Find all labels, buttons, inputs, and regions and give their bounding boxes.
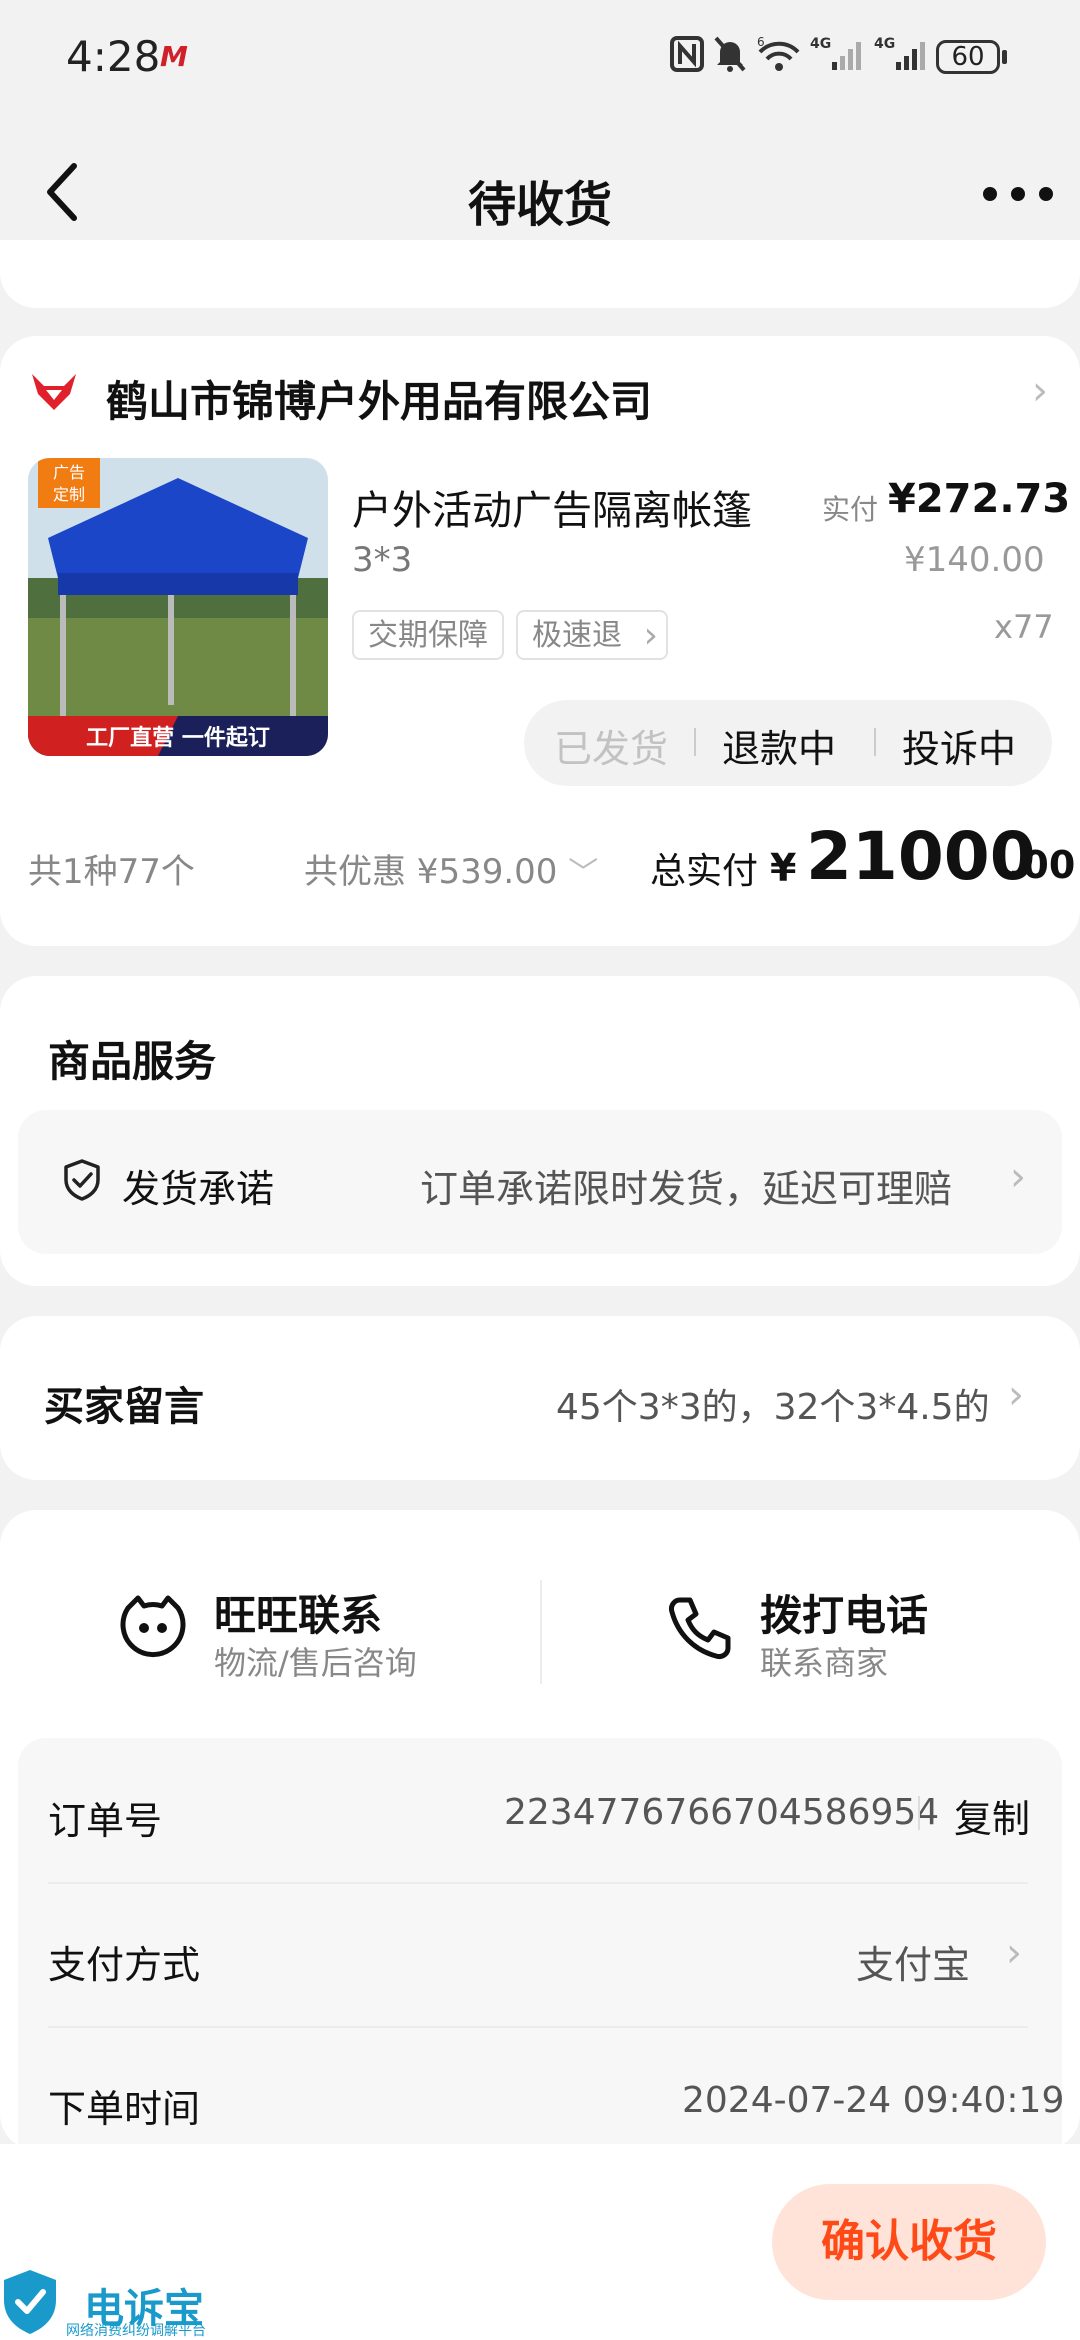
watermark-subtitle: 网络消费纠纷调解平台 xyxy=(66,2323,206,2339)
signal-4g-icon: 4G xyxy=(874,36,925,70)
status-refunding[interactable]: 退款中 xyxy=(722,718,836,773)
tag-chevron-icon: › xyxy=(643,615,658,656)
previous-card-edge xyxy=(0,240,1080,308)
total-amount: 21000 xyxy=(806,818,1036,895)
battery-tip xyxy=(1002,50,1007,64)
buyer-message-label: 买家留言 xyxy=(44,1384,204,1430)
wangwang-icon[interactable] xyxy=(118,1592,188,1662)
payment-method-value[interactable]: 支付宝 xyxy=(856,1934,970,1989)
confirm-receipt-button[interactable]: 确认收货 xyxy=(772,2184,1046,2300)
svg-text:工厂直营 一件起订: 工厂直营 一件起订 xyxy=(86,725,270,751)
tag-fast-refund[interactable]: 极速退 › xyxy=(516,610,668,660)
wangwang-subtitle: 物流/售后咨询 xyxy=(214,1644,417,1682)
shop-chevron-icon[interactable]: › xyxy=(1032,368,1048,414)
service-chevron-icon: › xyxy=(1010,1154,1026,1200)
tag-fast-refund-label: 极速退 xyxy=(532,618,622,653)
buyer-message-value: 45个3*3的，32个3*4.5的 xyxy=(556,1387,990,1428)
contact-divider xyxy=(540,1580,542,1684)
watermark-shield-icon xyxy=(4,2270,56,2334)
service-title: 商品服务 xyxy=(48,1037,217,1086)
wifi-icon: 6 xyxy=(757,35,800,71)
shop-name[interactable]: 鹤山市锦博户外用品有限公司 xyxy=(106,368,652,429)
summary-count: 共1种77个 xyxy=(28,852,195,892)
phone-title[interactable]: 拨打电话 xyxy=(760,1582,928,1643)
order-number-label: 订单号 xyxy=(48,1799,163,1843)
info-divider xyxy=(48,1882,1028,1884)
status-shipped: 已发货 xyxy=(554,727,669,771)
service-item-desc: 订单承诺限时发货，延迟可理赔 xyxy=(420,1167,953,1211)
total-amount-decimal: .00 xyxy=(1008,843,1076,887)
payment-method-label: 支付方式 xyxy=(48,1943,201,1987)
buyer-message-chevron-icon: › xyxy=(1008,1372,1024,1418)
copy-divider xyxy=(918,1796,920,1830)
product-title[interactable]: 户外活动广告隔离帐篷 xyxy=(352,478,752,536)
page-title: 待收货 xyxy=(467,177,612,233)
signal-4g-icon: 4G xyxy=(810,36,861,70)
order-time-value: 2024-07-24 09:40:19 xyxy=(682,2080,1065,2121)
chevron-down-icon: ﹀ xyxy=(568,856,599,891)
original-price: ¥140.00 xyxy=(904,540,1045,580)
order-time-label: 下单时间 xyxy=(48,2087,201,2131)
phone-subtitle: 联系商家 xyxy=(760,1644,889,1682)
svg-text:广告: 广告 xyxy=(53,463,85,482)
pill-divider xyxy=(874,728,876,756)
payment-chevron-icon[interactable]: › xyxy=(1006,1930,1022,1976)
summary-discount-text: 共优惠 ¥539.00 xyxy=(304,852,558,892)
status-complaint[interactable]: 投诉中 xyxy=(902,718,1016,773)
product-image[interactable]: 广告 定制 工厂直营 一件起订 xyxy=(28,458,328,756)
copy-button[interactable]: 复制 xyxy=(954,1788,1030,1843)
mute-icon xyxy=(714,36,746,72)
paid-label: 实付 xyxy=(822,493,879,526)
battery-indicator: 60 xyxy=(936,40,1000,74)
order-number-value: 2234776766704586954 xyxy=(504,1792,940,1833)
total-yen: ¥ xyxy=(770,846,797,890)
phone-icon[interactable] xyxy=(666,1594,734,1662)
svg-text:4G: 4G xyxy=(810,36,831,52)
info-divider xyxy=(48,2026,1028,2028)
service-item-label: 发货承诺 xyxy=(122,1167,275,1211)
quantity: x77 xyxy=(994,608,1054,646)
total-label: 总实付 xyxy=(650,851,759,892)
paid-value: ¥272.73 xyxy=(888,476,1071,522)
svg-text:定制: 定制 xyxy=(53,485,85,504)
status-time: 4:28 xyxy=(66,32,161,81)
carrier-mark-icon: M xyxy=(160,40,188,73)
nfc-icon xyxy=(670,36,704,72)
shield-check-icon xyxy=(64,1159,100,1201)
wangwang-title[interactable]: 旺旺联系 xyxy=(214,1582,382,1643)
product-spec: 3*3 xyxy=(352,540,413,580)
summary-discount[interactable]: 共优惠 ¥539.00 ﹀ xyxy=(304,844,598,893)
shop-logo-icon xyxy=(32,374,76,410)
more-icon[interactable] xyxy=(982,186,1054,202)
pill-divider xyxy=(694,728,696,756)
svg-text:4G: 4G xyxy=(874,36,895,52)
tag-delivery-guarantee[interactable]: 交期保障 xyxy=(352,610,504,660)
